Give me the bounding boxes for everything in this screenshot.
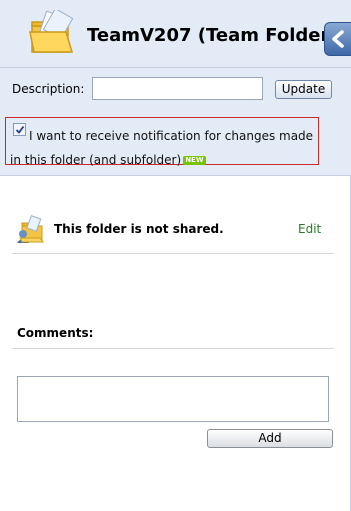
folder-properties-panel: TeamV207 (Team Folder) Description: Upda… [0, 0, 351, 511]
notification-label: I want to receive notification for chang… [10, 129, 314, 167]
update-button[interactable]: Update [275, 80, 332, 99]
notification-text-block: I want to receive notification for chang… [10, 124, 316, 172]
description-row: Description: Update [0, 68, 351, 108]
folder-title: TeamV207 (Team Folder) [87, 25, 338, 46]
divider [12, 348, 334, 349]
collapse-panel-button[interactable] [324, 22, 351, 56]
edit-sharing-link[interactable]: Edit [298, 222, 321, 236]
chevron-left-icon [332, 30, 344, 48]
add-comment-button[interactable]: Add [207, 429, 333, 448]
description-input[interactable] [92, 77, 263, 100]
notification-section: I want to receive notification for chang… [0, 108, 351, 176]
notification-highlight: I want to receive notification for chang… [5, 117, 319, 167]
comment-input[interactable] [17, 376, 329, 422]
divider [12, 253, 334, 254]
share-status-text: This folder is not shared. [54, 222, 224, 236]
shared-folder-icon [16, 214, 46, 244]
team-folder-icon [28, 7, 76, 58]
comments-heading: Comments: [17, 326, 94, 340]
new-badge: NEW [183, 156, 206, 165]
panel-header: TeamV207 (Team Folder) [0, 0, 351, 68]
description-label: Description: [12, 82, 85, 96]
